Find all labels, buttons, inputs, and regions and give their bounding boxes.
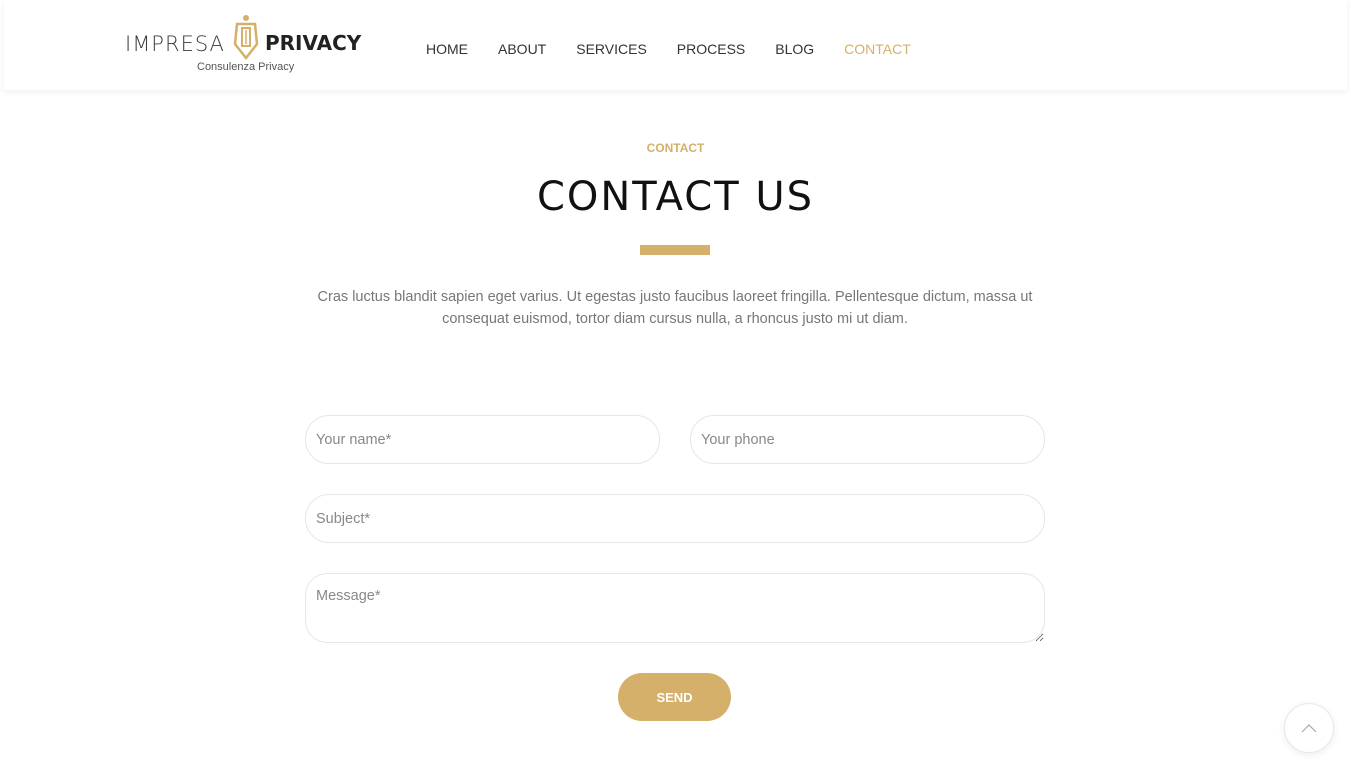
logo-text-impresa: IMPRESA — [125, 32, 225, 56]
section-description: Cras luctus blandit sapien eget varius. … — [317, 289, 1033, 327]
logo-icon — [233, 15, 259, 60]
chevron-up-icon — [1301, 724, 1317, 733]
nav-item-contact[interactable]: CONTACT — [844, 40, 911, 58]
page-title: CONTACT US — [536, 174, 815, 220]
nav-item-about[interactable]: ABOUT — [498, 40, 546, 58]
section-tag: CONTACT — [646, 141, 705, 155]
site-header: IMPRESA PRIVACY Consulenza Privacy HOME … — [4, 0, 1347, 90]
phone-input[interactable] — [690, 415, 1045, 464]
nav-item-process[interactable]: PROCESS — [677, 40, 745, 58]
main-navigation: HOME ABOUT SERVICES PROCESS BLOG CONTACT — [426, 40, 941, 58]
nav-item-services[interactable]: SERVICES — [576, 40, 647, 58]
logo-tagline: Consulenza Privacy — [197, 61, 295, 73]
name-input[interactable] — [305, 415, 660, 464]
site-logo[interactable]: IMPRESA PRIVACY Consulenza Privacy — [121, 14, 371, 78]
nav-item-blog[interactable]: BLOG — [775, 40, 814, 58]
logo-text-privacy: PRIVACY — [265, 31, 362, 55]
nav-item-home[interactable]: HOME — [426, 40, 468, 58]
scroll-to-top-button[interactable] — [1284, 703, 1334, 753]
message-textarea[interactable] — [305, 573, 1045, 643]
subject-input[interactable] — [305, 494, 1045, 543]
title-underline — [640, 245, 710, 255]
send-button[interactable]: SEND — [618, 673, 731, 721]
